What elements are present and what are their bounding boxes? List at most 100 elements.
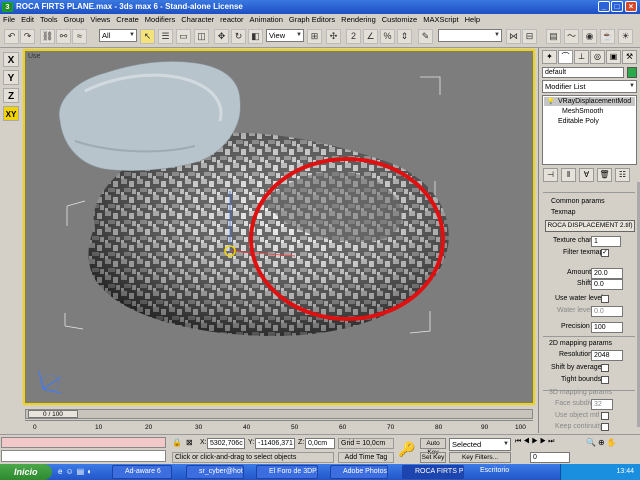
menu-rendering[interactable]: Rendering — [338, 14, 379, 26]
layer-manager-icon[interactable]: ▤ — [546, 29, 561, 44]
menu-tools[interactable]: Tools — [37, 14, 61, 26]
bind-spacewarp-icon[interactable]: ≈ — [72, 29, 87, 44]
render-scene-icon[interactable]: ☕ — [600, 29, 615, 44]
select-by-name-icon[interactable]: ☰ — [158, 29, 173, 44]
show-end-result-icon[interactable]: ‖ — [561, 168, 576, 182]
undo-icon[interactable]: ↶ — [4, 29, 19, 44]
use-water-level-checkbox[interactable] — [601, 295, 609, 303]
amount-field[interactable]: 20.0 — [591, 268, 623, 279]
viewport-label[interactable]: Use — [28, 53, 40, 60]
task-3dsmax[interactable]: ROCA FIRTS P... — [402, 465, 464, 479]
menu-modifiers[interactable]: Modifiers — [142, 14, 178, 26]
media-icon[interactable]: ◐ — [87, 467, 95, 476]
axis-y-button[interactable]: Y — [3, 70, 19, 85]
zoom-all-icon[interactable]: ⊕ — [598, 438, 607, 447]
resolution-field[interactable]: 2048 — [591, 350, 623, 361]
menu-animation[interactable]: Animation — [247, 14, 286, 26]
start-button[interactable]: Inicio — [0, 464, 52, 480]
unlink-icon[interactable]: ⚯ — [56, 29, 71, 44]
mapping-2d-header[interactable]: 2D mapping params — [549, 340, 612, 347]
menu-graph-editors[interactable]: Graph Editors — [286, 14, 338, 26]
quick-render-icon[interactable]: ☀ — [618, 29, 633, 44]
messenger-icon[interactable]: ☺ — [65, 467, 76, 476]
material-editor-icon[interactable]: ◉ — [582, 29, 597, 44]
shift-field[interactable]: 0.0 — [591, 279, 623, 290]
axis-x-button[interactable]: X — [3, 52, 19, 67]
shift-by-average-checkbox[interactable] — [601, 364, 609, 372]
desktop-icon[interactable]: ▤ — [77, 467, 88, 476]
set-key-icon[interactable]: 🔑 — [398, 441, 415, 458]
menu-help[interactable]: Help — [462, 14, 483, 26]
mirror-icon[interactable]: ⋈ — [506, 29, 521, 44]
spinner-snap-icon[interactable]: ⇕ — [397, 29, 412, 44]
common-params-header[interactable]: Common params — [551, 198, 605, 205]
angle-snap-icon[interactable]: ∠ — [363, 29, 378, 44]
close-button[interactable]: × — [625, 1, 637, 12]
manipulate-icon[interactable]: ✣ — [326, 29, 341, 44]
maximize-button[interactable]: □ — [611, 1, 623, 12]
maxscript-mini-listener[interactable] — [1, 450, 166, 462]
rotate-icon[interactable]: ↻ — [231, 29, 246, 44]
menu-file[interactable]: File — [0, 14, 18, 26]
selection-filter-dropdown[interactable]: All — [99, 29, 137, 42]
make-unique-icon[interactable]: ∀ — [579, 168, 594, 182]
task-ad-aware[interactable]: Ad-aware 6 — [112, 465, 172, 479]
next-frame-icon[interactable]: ▶ — [540, 438, 548, 445]
pivot-center-icon[interactable]: ⊞ — [307, 29, 322, 44]
goto-end-icon[interactable]: ⏭ — [548, 438, 556, 445]
named-selection-dropdown[interactable] — [438, 29, 502, 42]
named-selection-icon[interactable]: ✎ — [418, 29, 433, 44]
zoom-icon[interactable]: 🔍 — [586, 438, 598, 447]
curve-editor-icon[interactable]: 〜 — [564, 29, 579, 44]
task-photoshop[interactable]: Adobe Photos... — [330, 465, 388, 479]
time-slider-thumb[interactable]: 0 / 100 — [28, 410, 78, 418]
stack-item-editable-poly[interactable]: Editable Poly — [544, 117, 635, 126]
maxscript-listener[interactable] — [1, 437, 166, 448]
task-foro-3dp[interactable]: El Foro de 3DP... — [256, 465, 318, 479]
lightbulb-icon[interactable]: 💡 — [547, 98, 554, 105]
x-coordinate-field[interactable]: 5302,706c — [207, 438, 245, 449]
menu-create[interactable]: Create — [113, 14, 142, 26]
scale-icon[interactable]: ◧ — [248, 29, 263, 44]
rect-selection-icon[interactable]: ▭ — [176, 29, 191, 44]
pan-icon[interactable]: ✋ — [607, 438, 619, 447]
stack-item-vraydisplacement[interactable]: VRayDisplacementMod — [544, 97, 635, 106]
configure-sets-icon[interactable]: ☷ — [615, 168, 630, 182]
tight-bounds-checkbox[interactable] — [601, 376, 609, 384]
current-frame-field[interactable]: 0 — [530, 452, 570, 463]
snap-toggle-icon[interactable]: 2 — [346, 29, 361, 44]
motion-tab-icon[interactable]: ◎ — [590, 50, 605, 64]
key-selection-dropdown[interactable]: Selected — [449, 438, 511, 451]
texture-chan-field[interactable]: 1 — [591, 236, 621, 247]
modifier-list-dropdown[interactable]: Modifier List — [542, 80, 637, 93]
menu-character[interactable]: Character — [178, 14, 217, 26]
modify-tab-icon[interactable]: ⌒ — [558, 50, 573, 64]
task-messenger[interactable]: sr_cyber@hot... — [186, 465, 244, 479]
prev-frame-icon[interactable]: ◀ — [523, 438, 531, 445]
select-arrow-icon[interactable]: ↖ — [140, 29, 155, 44]
menu-group[interactable]: Group — [61, 14, 88, 26]
move-icon[interactable]: ✥ — [214, 29, 229, 44]
menu-edit[interactable]: Edit — [18, 14, 37, 26]
link-icon[interactable]: ⛓ — [40, 29, 55, 44]
remove-modifier-icon[interactable]: 🗑 — [597, 168, 612, 182]
hierarchy-tab-icon[interactable]: ⊥ — [574, 50, 589, 64]
axis-z-button[interactable]: Z — [3, 88, 19, 103]
track-bar[interactable]: 0 10 20 30 40 50 60 70 80 90 100 — [25, 420, 533, 432]
precision-field[interactable]: 100 — [591, 322, 623, 333]
pin-stack-icon[interactable]: ⊣ — [543, 168, 558, 182]
redo-icon[interactable]: ↷ — [20, 29, 35, 44]
z-coordinate-field[interactable]: 0,0cm — [305, 438, 335, 449]
time-slider-track[interactable]: 0 / 100 — [25, 409, 533, 419]
use-object-mtl-checkbox[interactable] — [601, 412, 609, 420]
lock-selection-icon[interactable]: 🔒 — [172, 438, 182, 447]
mapping-3d-header[interactable]: 3D mapping params — [549, 389, 612, 396]
clock[interactable]: 13:44 — [616, 468, 634, 475]
set-key-button[interactable]: Set Key — [420, 452, 446, 463]
keep-continuity-checkbox[interactable] — [601, 423, 609, 431]
menu-reactor[interactable]: reactor — [217, 14, 246, 26]
face-subdivs-field[interactable]: 32 — [591, 399, 613, 410]
y-coordinate-field[interactable]: -11406,371 — [255, 438, 295, 449]
texmap-button[interactable]: ROCA DISPLACEMENT 2.tif) — [545, 220, 635, 232]
menu-maxscript[interactable]: MAXScript — [420, 14, 461, 26]
